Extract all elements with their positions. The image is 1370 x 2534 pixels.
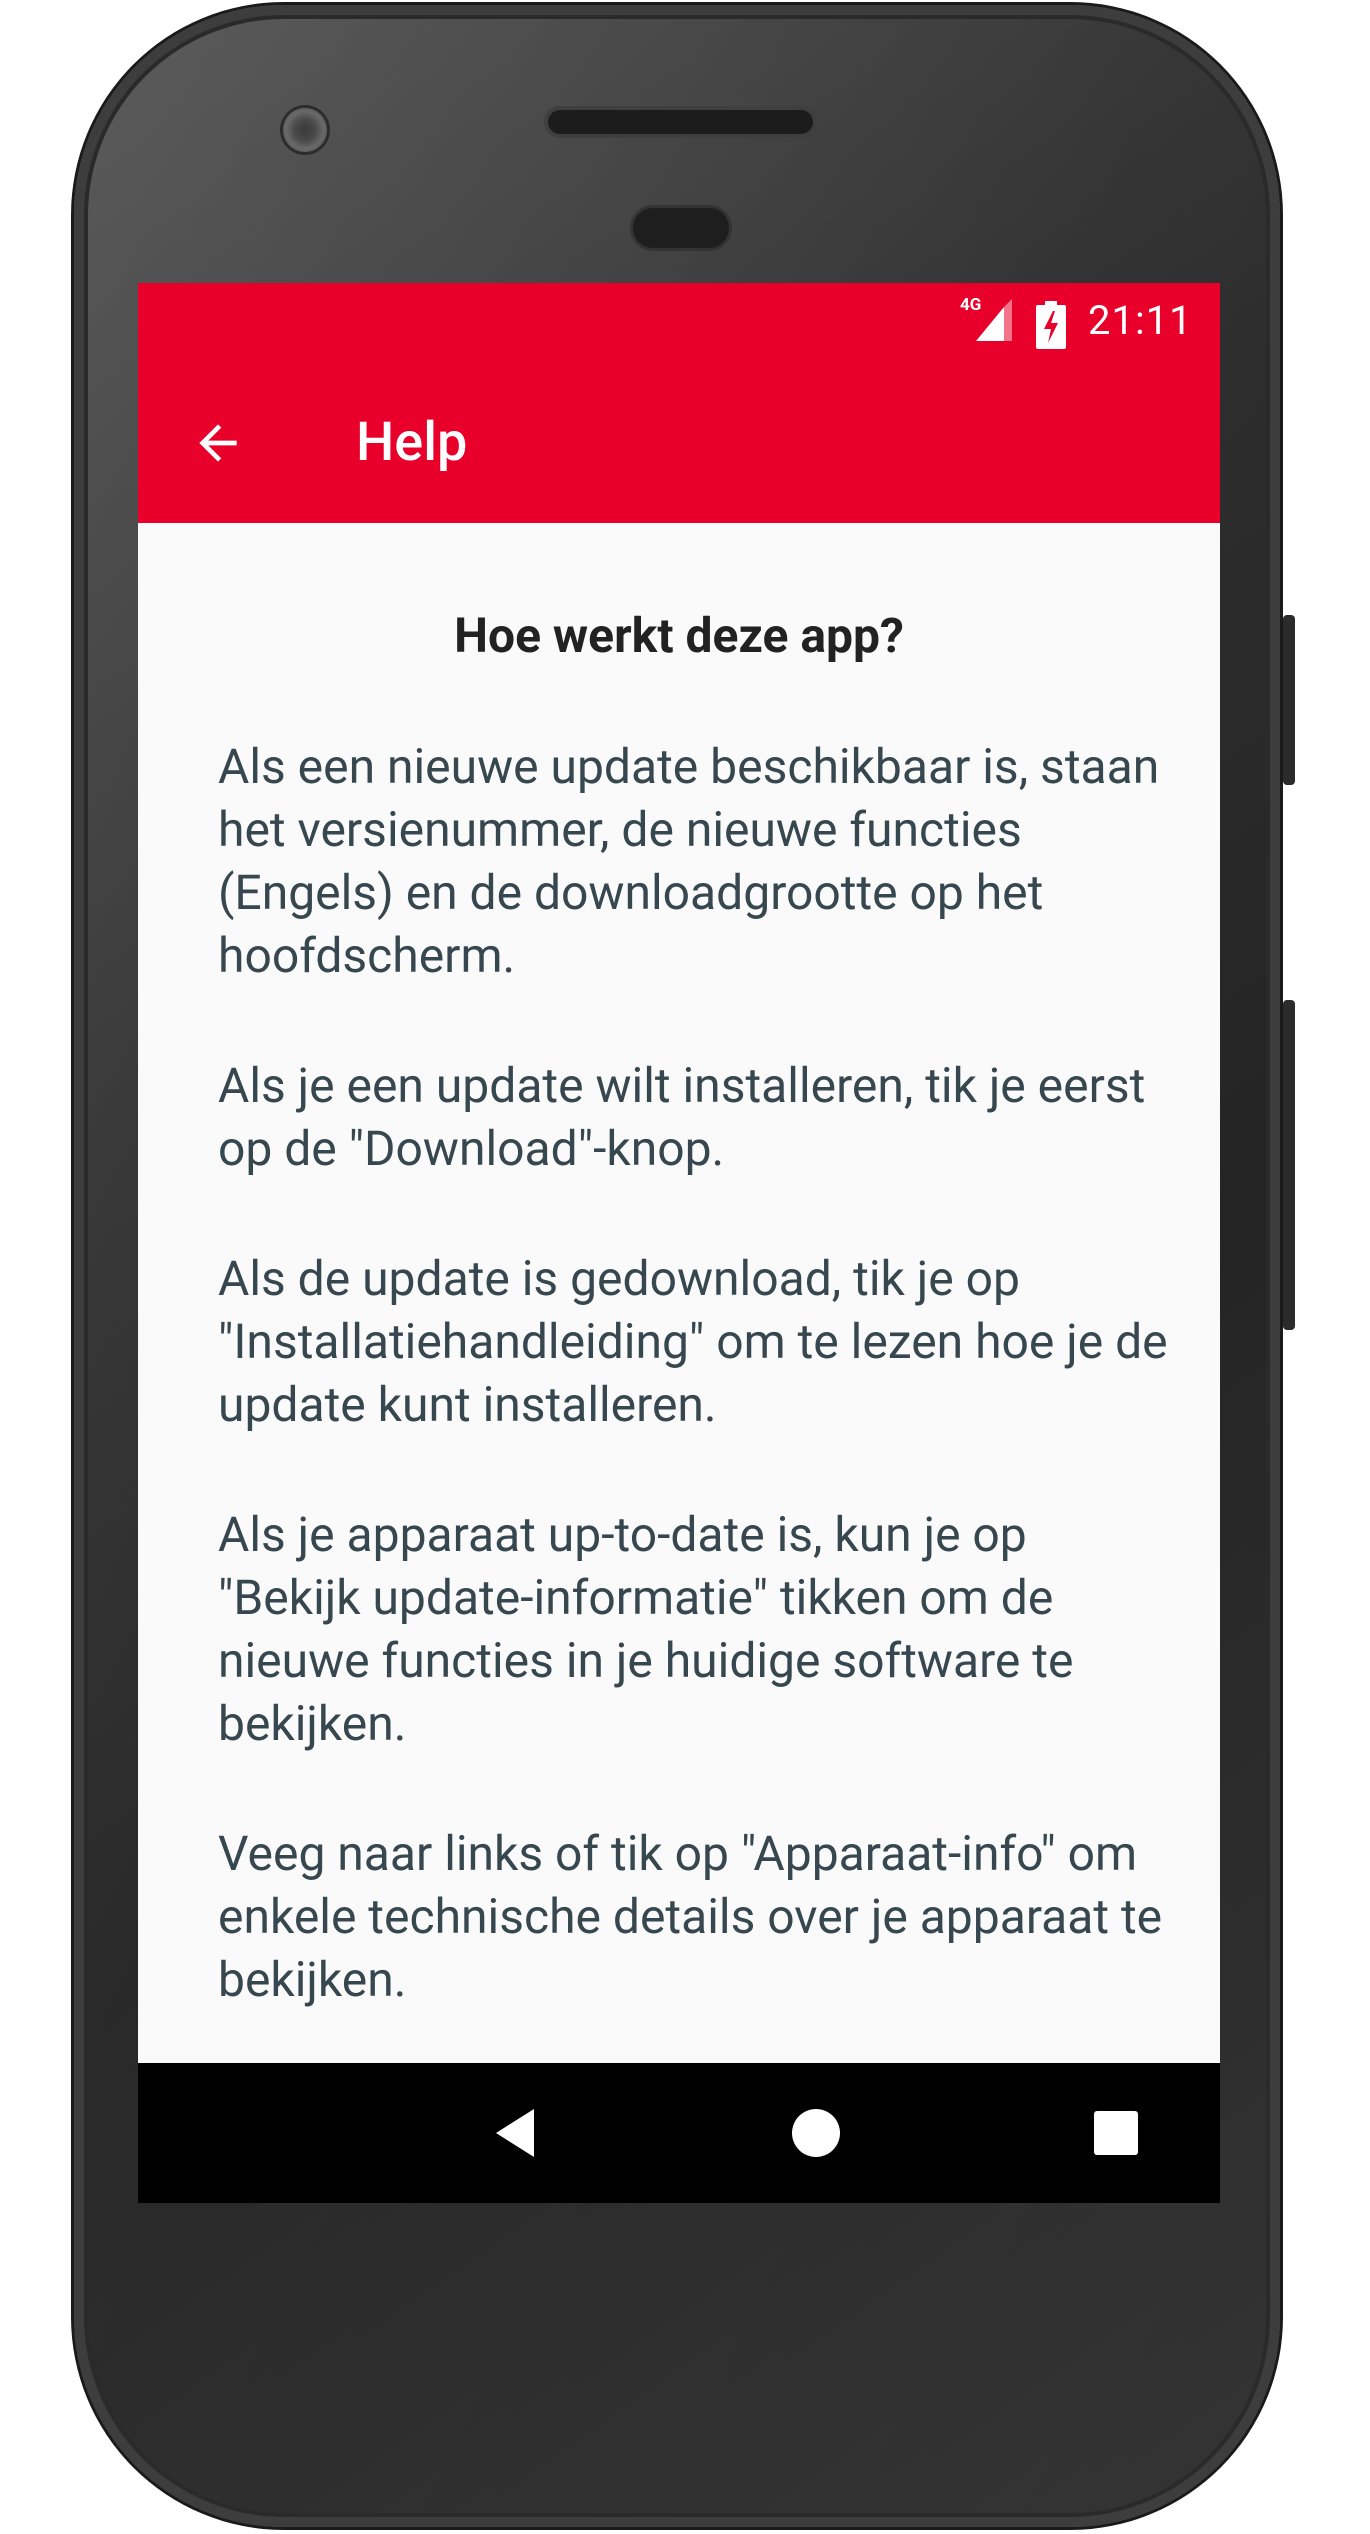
status-time: 21:11	[1088, 297, 1193, 344]
help-paragraph-download: Als je een update wilt installeren, tik …	[218, 1057, 1146, 1177]
help-content: Hoe werkt deze app? Als een nieuwe updat…	[138, 523, 1220, 2063]
arrow-left-icon	[199, 424, 237, 462]
circle-home-icon	[792, 2109, 840, 2157]
screen: 4G 21:11 Help Hoe werkt deze app? Als ee…	[138, 283, 1220, 2203]
help-paragraph-update-available: Als een nieuwe update beschikbaar is, st…	[218, 738, 1160, 984]
proximity-sensor	[633, 208, 729, 248]
nav-back-button[interactable]	[486, 2103, 546, 2163]
back-button[interactable]	[180, 405, 256, 481]
nav-home-button[interactable]	[786, 2103, 846, 2163]
nav-recents-button[interactable]	[1086, 2103, 1146, 2163]
help-paragraphs: Als een nieuwe update beschikbaar is, st…	[218, 735, 1178, 2078]
front-camera	[283, 108, 327, 152]
help-heading: Hoe werkt deze app?	[454, 607, 904, 664]
app-toolbar: Help	[138, 363, 1220, 523]
volume-button	[1283, 615, 1295, 785]
device-frame-scene: 4G 21:11 Help Hoe werkt deze app? Als ee…	[0, 0, 1370, 2534]
square-recents-icon	[1094, 2111, 1138, 2155]
status-bar: 4G 21:11	[138, 283, 1220, 363]
power-button	[1283, 1000, 1295, 1330]
help-paragraph-up-to-date: Als je apparaat up-to-date is, kun je op…	[218, 1506, 1074, 1752]
help-paragraph-device-info: Veeg naar links of tik op "Apparaat-info…	[218, 1825, 1163, 2008]
battery-charging-icon	[1036, 301, 1066, 349]
page-title: Help	[356, 411, 468, 474]
system-navigation-bar	[138, 2063, 1220, 2203]
network-type-label: 4G	[960, 295, 982, 315]
triangle-back-icon	[496, 2109, 534, 2157]
earpiece-speaker	[548, 110, 813, 134]
help-paragraph-install-guide: Als de update is gedownload, tik je op "…	[218, 1250, 1168, 1433]
